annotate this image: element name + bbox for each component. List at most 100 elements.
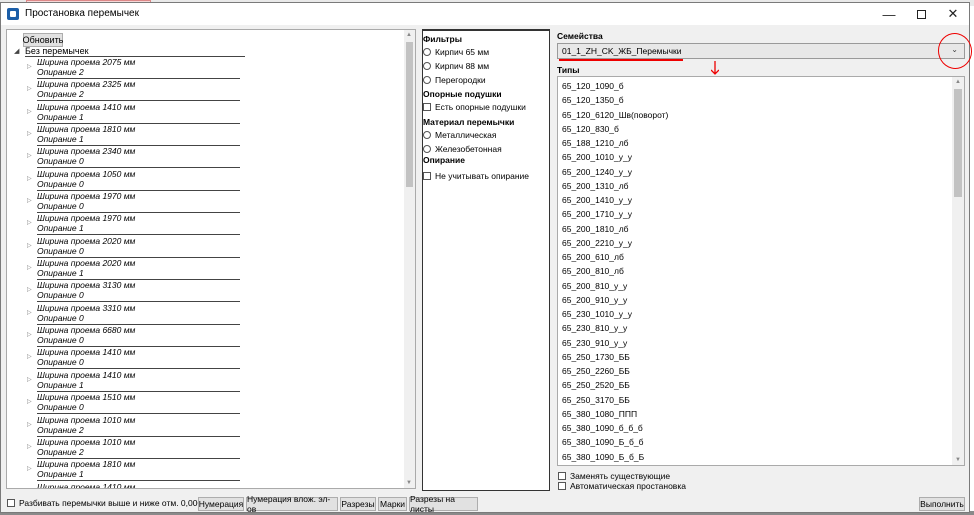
list-item[interactable]: 65_250_2520_ББ (562, 378, 942, 392)
numbering-button[interactable]: Нумерация (198, 497, 244, 511)
tree-item[interactable]: ▷ Ширина проема 1410 мм (27, 482, 247, 489)
list-item[interactable]: 65_380_1090_Б_б_Б (562, 450, 942, 464)
expand-arrow-icon[interactable]: ▷ (27, 398, 32, 405)
tree-item[interactable]: ▷ Ширина проема 6680 мм Опирание 0 (27, 325, 247, 348)
maximize-button[interactable] (905, 3, 937, 25)
tree-item[interactable]: ▷ Ширина проема 2020 мм Опирание 1 (27, 258, 247, 281)
tree-item[interactable]: ▷ Ширина проема 1970 мм Опирание 1 (27, 213, 247, 236)
list-item[interactable]: 65_380_1090_Б_б_б (562, 435, 942, 449)
expand-arrow-icon[interactable]: ▷ (27, 488, 32, 489)
tree-item[interactable]: ▷ Ширина проема 1970 мм Опирание 0 (27, 191, 247, 214)
filter-brick-65[interactable]: Кирпич 65 мм (423, 46, 489, 58)
radio-button[interactable] (423, 48, 431, 56)
list-item[interactable]: 65_200_1010_у_у (562, 150, 942, 164)
tree-item[interactable]: ▷ Ширина проема 2075 мм Опирание 2 (27, 57, 247, 79)
expand-arrow-icon[interactable]: ▷ (27, 309, 32, 316)
sections-button[interactable]: Разрезы (340, 497, 376, 511)
material-metal[interactable]: Металлическая (423, 129, 496, 141)
tree-scrollbar[interactable]: ▲ ▼ (404, 30, 415, 488)
list-item[interactable]: 65_380_1080_ППП (562, 407, 942, 421)
expand-arrow-icon[interactable]: ▷ (27, 376, 32, 383)
list-item[interactable]: 65_200_910_у_у (562, 293, 942, 307)
filter-brick-88[interactable]: Кирпич 88 мм (423, 60, 489, 72)
tree-item[interactable]: ▷ Ширина проема 1410 мм Опирание 0 (27, 347, 247, 370)
checkbox[interactable] (558, 482, 566, 490)
list-item[interactable]: 65_250_1730_ББ (562, 350, 942, 364)
list-item[interactable]: 65_230_910_у_у (562, 336, 942, 350)
scroll-up-icon[interactable]: ▲ (955, 79, 961, 85)
list-item[interactable]: 65_380_1090_б_б_б (562, 421, 942, 435)
list-item[interactable]: 65_250_2260_ББ (562, 364, 942, 378)
list-item[interactable]: 65_120_1350_б (562, 93, 942, 107)
list-item[interactable]: 65_230_810_у_у (562, 321, 942, 335)
tree-item[interactable]: ▷ Ширина проема 1810 мм Опирание 1 (27, 459, 247, 482)
expand-arrow-icon[interactable]: ▷ (27, 465, 32, 472)
expanded-arrow-icon[interactable]: ◢ (14, 47, 19, 55)
tree-item[interactable]: ▷ Ширина проема 1410 мм Опирание 1 (27, 102, 247, 124)
expand-arrow-icon[interactable]: ▷ (27, 130, 32, 137)
expand-arrow-icon[interactable]: ▷ (27, 286, 32, 293)
list-item[interactable]: 65_200_1810_лб (562, 222, 942, 236)
expand-arrow-icon[interactable]: ▷ (27, 242, 32, 249)
marks-button[interactable]: Марки (378, 497, 407, 511)
scrollbar-thumb[interactable] (406, 42, 413, 187)
types-scrollbar[interactable]: ▲ ▼ (952, 77, 964, 465)
tree-item[interactable]: ▷ Ширина проема 1050 мм Опирание 0 (27, 169, 247, 191)
tree-root-node[interactable]: ◢ Без перемычек (12, 46, 252, 57)
tree-item[interactable]: ▷ Ширина проема 2325 мм Опирание 2 (27, 79, 247, 102)
list-item[interactable]: 65_200_1410_у_у (562, 193, 942, 207)
list-item[interactable]: 65_200_1310_лб (562, 179, 942, 193)
list-item[interactable]: 65_120_830_б (562, 122, 942, 136)
tree-item[interactable]: ▷ Ширина проема 3130 мм Опирание 0 (27, 280, 247, 303)
checkbox[interactable] (423, 172, 431, 180)
execute-button[interactable]: Выполнить (919, 497, 965, 511)
tree-item[interactable]: ▷ Ширина проема 1410 мм Опирание 1 (27, 370, 247, 392)
expand-arrow-icon[interactable]: ▷ (27, 219, 32, 226)
expand-arrow-icon[interactable]: ▷ (27, 152, 32, 159)
radio-button[interactable] (423, 131, 431, 139)
ignore-support-checkbox[interactable]: Не учитывать опирание (423, 170, 529, 182)
checkbox[interactable] (7, 499, 15, 507)
list-item[interactable]: 65_200_810_у_у (562, 279, 942, 293)
family-dropdown[interactable]: 01_1_ZH_CK_ЖБ_Перемычки ⌄ (557, 43, 965, 59)
tree-item[interactable]: ▷ Ширина проема 1010 мм Опирание 2 (27, 415, 247, 437)
split-lintels-checkbox[interactable]: Разбивать перемычки выше и ниже отм. 0,0… (7, 498, 202, 508)
expand-arrow-icon[interactable]: ▷ (27, 353, 32, 360)
list-item[interactable]: 65_250_3170_ББ (562, 393, 942, 407)
minimize-button[interactable]: — (873, 3, 905, 25)
list-item[interactable]: 65_200_610_лб (562, 250, 942, 264)
nested-numbering-button[interactable]: Нумерация влож. эл-ов (246, 494, 338, 514)
radio-button[interactable] (423, 76, 431, 84)
expand-arrow-icon[interactable]: ▷ (27, 197, 32, 204)
tree-item[interactable]: ▷ Ширина проема 3310 мм Опирание 0 (27, 303, 247, 325)
list-item[interactable]: 65_200_1240_у_у (562, 165, 942, 179)
expand-arrow-icon[interactable]: ▷ (27, 421, 32, 428)
pads-checkbox[interactable]: Есть опорные подушки (423, 101, 526, 113)
checkbox[interactable] (423, 103, 431, 111)
list-item[interactable]: 65_120_6120_Шв(поворот) (562, 108, 942, 122)
tree-item[interactable]: ▷ Ширина проема 2340 мм Опирание 0 (27, 146, 247, 169)
refresh-button[interactable]: Обновить (23, 33, 63, 47)
list-item[interactable]: 65_188_1210_лб (562, 136, 942, 150)
expand-arrow-icon[interactable]: ▷ (27, 63, 32, 70)
expand-arrow-icon[interactable]: ▷ (27, 108, 32, 115)
sections-to-sheets-button[interactable]: Разрезы на листы (409, 494, 478, 514)
checkbox[interactable] (558, 472, 566, 480)
list-item[interactable]: 65_200_810_лб (562, 264, 942, 278)
expand-arrow-icon[interactable]: ▷ (27, 331, 32, 338)
list-item[interactable]: 65_230_1010_у_у (562, 307, 942, 321)
material-concrete[interactable]: Железобетонная (423, 143, 502, 155)
tree-item[interactable]: ▷ Ширина проема 2020 мм Опирание 0 (27, 236, 247, 258)
radio-button[interactable] (423, 62, 431, 70)
list-item[interactable]: 65_200_1710_у_у (562, 207, 942, 221)
close-button[interactable]: ✕ (937, 3, 969, 25)
list-item[interactable]: 65_120_1090_б (562, 79, 942, 93)
scroll-down-icon[interactable]: ▼ (955, 457, 961, 463)
filter-partitions[interactable]: Перегородки (423, 74, 486, 86)
tree-item[interactable]: ▷ Ширина проема 1510 мм Опирание 0 (27, 392, 247, 415)
list-item[interactable]: 65_380_1180_Б_У (562, 464, 942, 465)
expand-arrow-icon[interactable]: ▷ (27, 175, 32, 182)
radio-button[interactable] (423, 145, 431, 153)
tree-item[interactable]: ▷ Ширина проема 1810 мм Опирание 1 (27, 124, 247, 147)
auto-placement-checkbox[interactable]: Автоматическая простановка (558, 480, 686, 492)
